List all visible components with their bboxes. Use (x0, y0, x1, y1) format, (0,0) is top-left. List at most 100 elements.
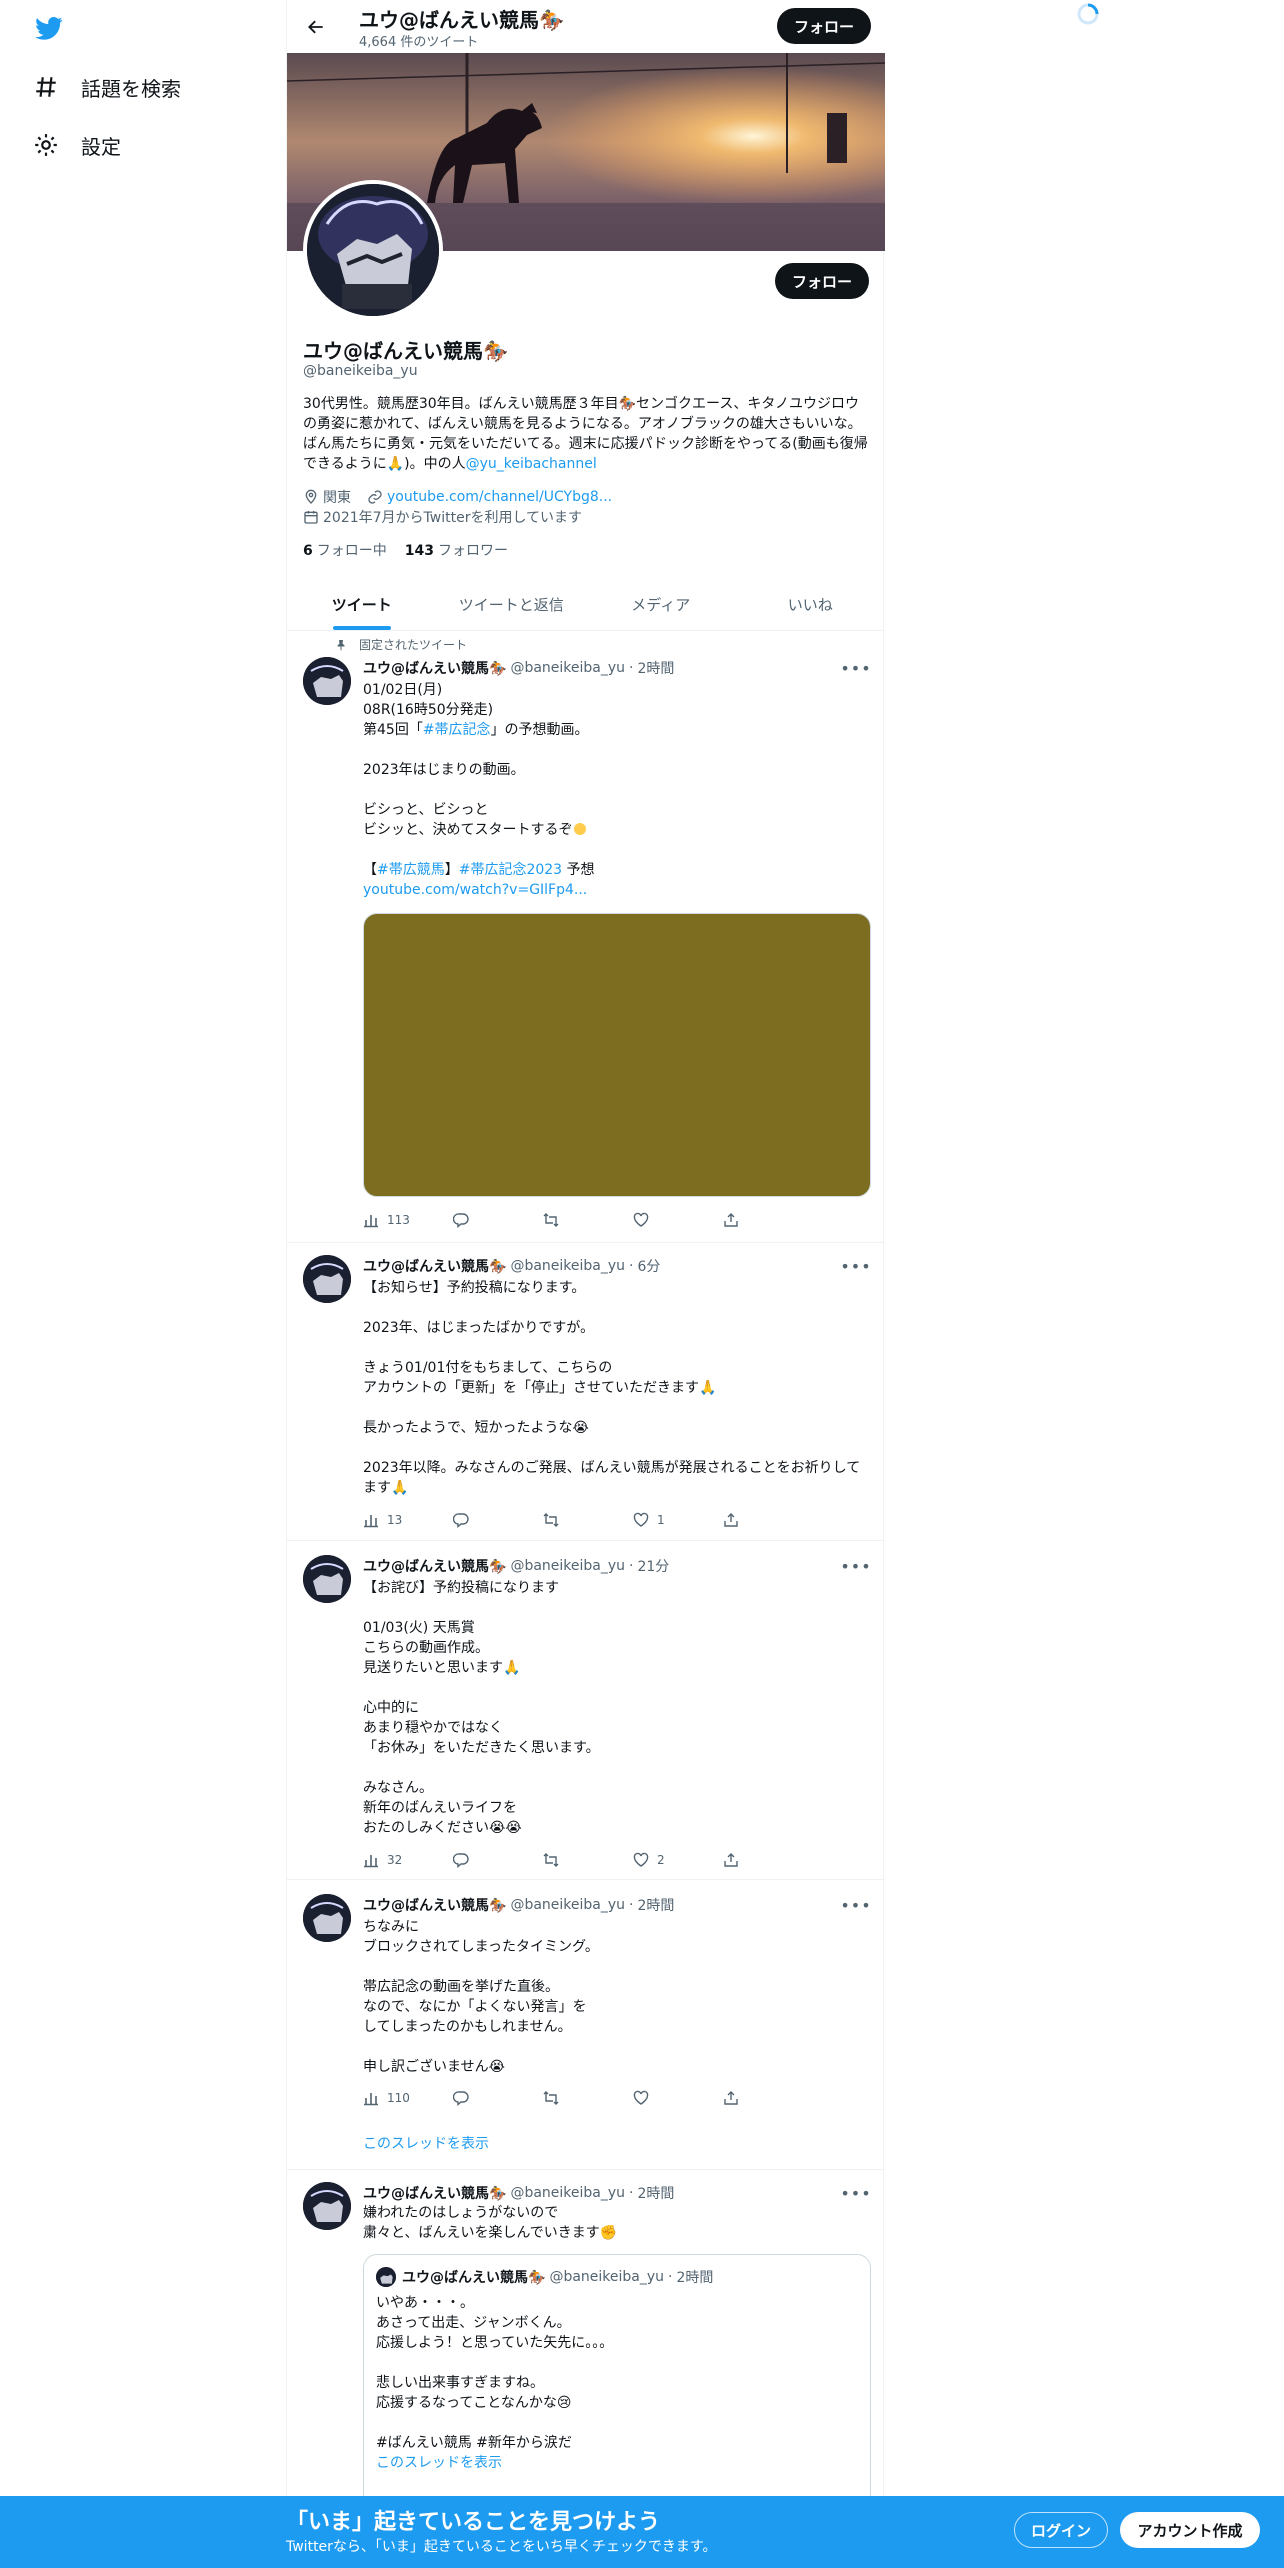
like-button[interactable] (633, 1212, 693, 1228)
quote-line: 応援しよう！と思っていた矢先に。。。 (376, 2335, 614, 2351)
like-button[interactable] (633, 2090, 693, 2106)
quote-show-thread-link[interactable]: このスレッドを表示 (376, 2453, 860, 2473)
more-icon[interactable]: ••• (840, 1556, 870, 1576)
views-button[interactable]: 113 (363, 1212, 423, 1228)
tweet-time[interactable]: 2時間 (637, 658, 674, 678)
more-icon[interactable]: ••• (840, 2183, 870, 2203)
reply-button[interactable] (453, 1212, 513, 1228)
tweet-author-name[interactable]: ユウ@ばんえい競馬🏇 (363, 2183, 506, 2203)
tweet-time[interactable]: 2時間 (637, 1895, 674, 1915)
nav-explore[interactable]: 話題を検索 (33, 69, 181, 105)
avatar-image (303, 1894, 351, 1942)
tweet-header: ユウ@ばんえい競馬🏇 @baneikeiba_yu · 2時間 (363, 658, 674, 678)
header-follow-button[interactable]: フォロー (777, 8, 871, 44)
views-button[interactable]: 13 (363, 1512, 423, 1528)
share-button[interactable] (723, 1512, 783, 1528)
more-icon[interactable]: ••• (840, 658, 870, 678)
views-button[interactable]: 110 (363, 2090, 423, 2106)
tab-likes[interactable]: いいね (736, 578, 886, 630)
reply-button[interactable] (453, 1512, 513, 1528)
tweet-line: アカウントの「更新」を「停止」させていただきます🙏 (363, 1380, 717, 1396)
share-button[interactable] (723, 2090, 783, 2106)
like-button[interactable]: 1 (633, 1512, 693, 1528)
tweet-line: みなさん。 (363, 1780, 433, 1796)
tweet-author-handle[interactable]: @baneikeiba_yu (510, 2185, 625, 2201)
tweet-line: 2023年、はじまったばかりですが。 (363, 1320, 595, 1336)
tweet-line: こちらの動画作成。 (363, 1640, 489, 1656)
tweet-line: 08R(16時50分発走) (363, 702, 494, 718)
tweet-author-name[interactable]: ユウ@ばんえい競馬🏇 (363, 658, 506, 678)
tweet-text-span: 】 (444, 862, 459, 878)
tweet-time[interactable]: 21分 (637, 1556, 669, 1576)
show-thread-link[interactable]: このスレッドを表示 (363, 2133, 489, 2153)
retweet-button[interactable] (543, 1512, 603, 1528)
gear-icon (35, 134, 57, 156)
reply-button[interactable] (453, 1852, 513, 1868)
following-link[interactable]: 6 フォロー中 (303, 540, 387, 560)
reply-icon (453, 1853, 469, 1868)
quote-line: いやあ・・・。 (376, 2295, 474, 2311)
retweet-button[interactable] (543, 1852, 603, 1868)
bio-mention-link[interactable]: @yu_keibachannel (466, 456, 597, 472)
quote-text: いやあ・・・。 あさって出走、ジャンボくん。 応援しよう！と思っていた矢先に。。… (376, 2293, 860, 2473)
tweet-author-name[interactable]: ユウ@ばんえい競馬🏇 (363, 1895, 506, 1915)
hashtag-link[interactable]: #帯広競馬 (377, 862, 445, 878)
avatar (376, 2267, 396, 2287)
tweet-author-handle[interactable]: @baneikeiba_yu (510, 1258, 625, 1274)
avatar[interactable] (303, 1894, 351, 1942)
avatar[interactable] (303, 1555, 351, 1603)
share-button[interactable] (723, 1212, 783, 1228)
retweet-button[interactable] (543, 2090, 603, 2106)
views-chart-icon (364, 1215, 378, 1228)
tweet-author-handle[interactable]: @baneikeiba_yu (510, 660, 625, 676)
back-button[interactable] (301, 12, 331, 42)
avatar[interactable] (303, 1255, 351, 1303)
avatar[interactable] (303, 657, 351, 705)
tweet-line: 嫌われたのはしょうがないので (363, 2205, 559, 2221)
share-icon (724, 2091, 738, 2105)
tweet-author-handle[interactable]: @baneikeiba_yu (510, 1897, 625, 1913)
tab-tweets[interactable]: ツイート (287, 578, 437, 630)
share-button[interactable] (723, 1852, 783, 1868)
tab-media[interactable]: メディア (586, 578, 736, 630)
tweet-author-name[interactable]: ユウ@ばんえい競馬🏇 (363, 1256, 506, 1276)
tweet-text: ちなみに ブロックされてしまったタイミング。 帯広記念の動画を挙げた直後。 なの… (363, 1917, 871, 2077)
more-icon[interactable]: ••• (840, 1895, 870, 1915)
avatar[interactable] (303, 2182, 351, 2230)
tweet-line: 帯広記念の動画を挙げた直後。 (363, 1979, 559, 1995)
youtube-link[interactable]: youtube.com/watch?v=GIlFp4... (363, 882, 587, 898)
login-button[interactable]: ログイン (1014, 2512, 1108, 2548)
twitter-logo-icon[interactable] (33, 14, 65, 42)
hashtag-link[interactable]: #帯広記念 (423, 722, 491, 738)
profile-meta-row: 関東 youtube.com/channel/UCYbg8... (303, 487, 612, 507)
share-icon (724, 1513, 738, 1527)
quote-author-handle: @baneikeiba_yu (549, 2269, 665, 2285)
retweet-button[interactable] (543, 1212, 603, 1228)
tweet-actions: 32 2 (363, 1852, 783, 1868)
profile-avatar[interactable] (303, 180, 443, 320)
reply-button[interactable] (453, 2090, 513, 2106)
tweet-media-video[interactable] (363, 913, 871, 1197)
tweet-line: 「お休み」をいただきたく思います。 (363, 1740, 600, 1756)
tweet-author-name[interactable]: ユウ@ばんえい競馬🏇 (363, 1556, 506, 1576)
profile-url-link[interactable]: youtube.com/channel/UCYbg8... (387, 489, 612, 505)
flexed-fist-icon (574, 823, 587, 835)
tweet-time[interactable]: 2時間 (637, 2183, 674, 2203)
followers-link[interactable]: 143 フォロワー (405, 540, 508, 560)
tweet-line (363, 1338, 871, 1358)
signup-button[interactable]: アカウント作成 (1120, 2512, 1260, 2548)
tweet-dot: · (629, 2185, 634, 2201)
more-icon[interactable]: ••• (840, 1256, 870, 1276)
tweet-header: ユウ@ばんえい競馬🏇 @baneikeiba_yu · 2時間 (363, 1895, 674, 1915)
profile-follow-button[interactable]: フォロー (775, 263, 869, 299)
tweet-line: 【#帯広競馬】#帯広記念2023 予想 (363, 860, 871, 880)
tweet-line: 【お知らせ】予約投稿になります。 (363, 1280, 586, 1296)
tweet-author-handle[interactable]: @baneikeiba_yu (510, 1558, 625, 1574)
like-button[interactable]: 2 (633, 1852, 693, 1868)
views-button[interactable]: 32 (363, 1852, 423, 1868)
nav-settings[interactable]: 設定 (33, 127, 121, 163)
tweet-line: 2023年以降。みなさんのご発展、ばんえい競馬が発展されることをお祈りしてます🙏 (363, 1460, 861, 1496)
hashtag-link[interactable]: #帯広記念2023 (459, 862, 562, 878)
tweet-time[interactable]: 6分 (637, 1256, 660, 1276)
tab-tweets-replies[interactable]: ツイートと返信 (437, 578, 587, 630)
